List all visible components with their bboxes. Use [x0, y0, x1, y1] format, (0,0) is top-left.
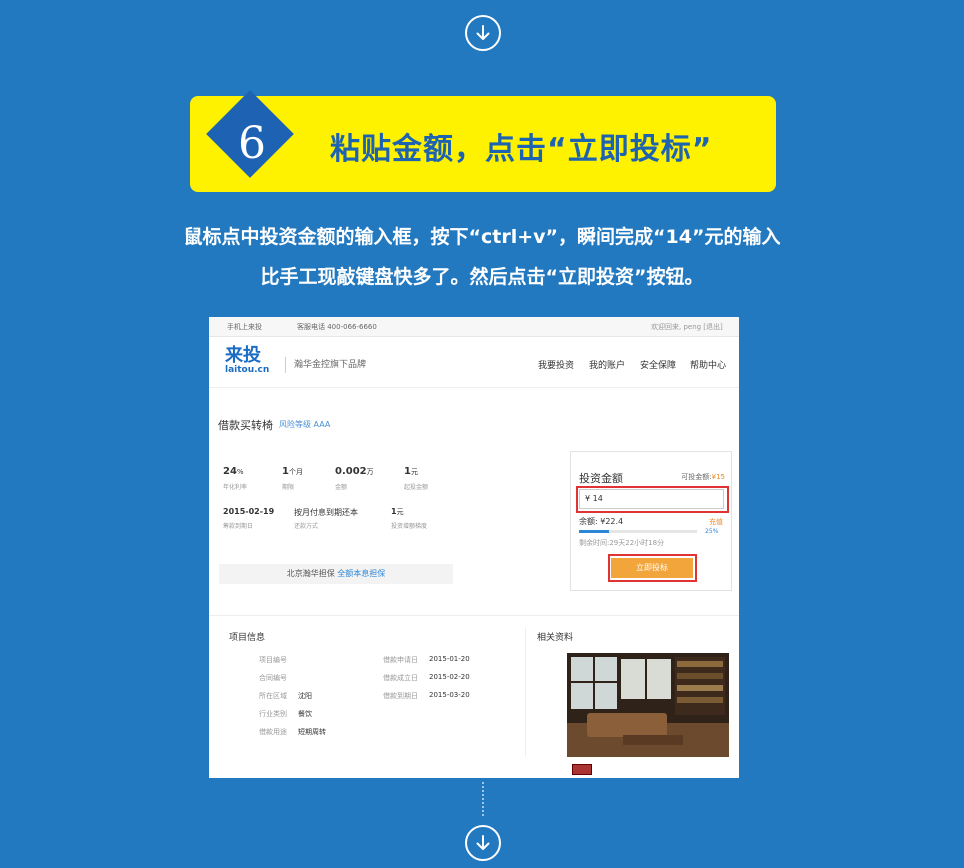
stat-rate-label: 年化利率: [223, 484, 248, 491]
nav-invest[interactable]: 我要投资: [538, 358, 574, 371]
risk-level[interactable]: 风险等级 AAA: [279, 419, 330, 430]
description-line-1: 鼠标点中投资金额的输入框，按下“ctrl+v”，瞬间完成“14”元的输入: [183, 226, 781, 248]
balance-text: 余额: ¥22.4: [579, 517, 624, 526]
info-value: 2015-03-20: [429, 691, 470, 699]
info-value: 2015-01-20: [429, 655, 470, 663]
related-thumbnail[interactable]: [572, 764, 592, 775]
info-label: 行业类别: [259, 710, 287, 718]
related-photo[interactable]: [567, 653, 729, 757]
scroll-down-icon[interactable]: [465, 15, 501, 51]
stat-repay-label: 还款方式: [294, 523, 319, 530]
hotline-text: 客服电话 400-066-6660: [297, 323, 377, 331]
info-value: 餐饮: [298, 710, 312, 718]
project-title: 借款买转椅: [218, 419, 273, 432]
highlight-input-box: [576, 486, 729, 513]
invest-panel: 投资金额 可投金额:¥15 ¥ 14 余额: ¥22.4 充值 25% 剩余时间…: [570, 451, 732, 591]
info-label: 借款成立日: [383, 674, 418, 682]
stat-step-label: 投资增额梯度: [391, 523, 428, 530]
stat-term: 1个月: [282, 466, 303, 477]
progress-percent: 25%: [705, 528, 719, 535]
highlight-button-box: [608, 554, 697, 582]
related-title: 相关资料: [537, 633, 574, 643]
invest-title: 投资金额: [579, 472, 623, 485]
site-header: 来投 laitou.cn 瀚华金控旗下品牌 我要投资 我的账户 安全保障 帮助中…: [209, 338, 739, 388]
section-divider: [209, 615, 739, 616]
stat-due: 2015-02-19: [223, 507, 275, 516]
welcome-text[interactable]: 欢迎回来, peng [退出]: [651, 322, 723, 332]
description-line-2: 比手工现敲键盘快多了。然后点击“立即投资”按钮。: [260, 266, 704, 288]
info-label: 所在区域: [259, 692, 287, 700]
guarantee-link[interactable]: 全额本息担保: [337, 569, 385, 578]
logo-en: laitou.cn: [225, 365, 270, 375]
available-amount: 可投金额:¥15: [681, 473, 725, 481]
stat-amount: 0.002万: [335, 466, 374, 477]
top-bar: 手机上来投 客服电话 400-066-6660 欢迎回来, peng [退出]: [209, 317, 739, 337]
funding-progress: [579, 530, 697, 533]
info-value: 短期周转: [298, 728, 326, 736]
stat-due-label: 筹款到期日: [223, 523, 254, 530]
laitou-screenshot: 手机上来投 客服电话 400-066-6660 欢迎回来, peng [退出] …: [209, 317, 739, 778]
scroll-down-icon[interactable]: [465, 825, 501, 861]
info-label: 借款用途: [259, 728, 287, 736]
info-label: 项目编号: [259, 656, 287, 664]
stat-min: 1元: [404, 466, 418, 477]
stat-min-label: 起投金额: [404, 484, 429, 491]
info-label: 借款申请日: [383, 656, 418, 664]
nav-account[interactable]: 我的账户: [589, 358, 625, 371]
slogan: 瀚华金控旗下品牌: [285, 357, 366, 373]
stat-step: 1元: [391, 507, 404, 516]
stat-term-label: 期限: [282, 484, 295, 491]
info-label: 合同编号: [259, 674, 287, 682]
guarantor-name: 北京瀚华担保: [286, 569, 335, 578]
dotted-connector: [482, 782, 484, 816]
stat-rate: 24%: [223, 466, 244, 477]
info-value: 沈阳: [298, 692, 312, 700]
step-title: 粘贴金额，点击“立即投标”: [330, 132, 713, 167]
guarantee-bar: 北京瀚华担保 全额本息担保: [219, 564, 453, 584]
recharge-link[interactable]: 充值: [709, 517, 723, 527]
nav-security[interactable]: 安全保障: [640, 358, 676, 371]
column-divider: [525, 627, 526, 757]
stat-amount-label: 金额: [335, 484, 348, 491]
nav-help[interactable]: 帮助中心: [690, 358, 726, 371]
info-label: 借款到期日: [383, 692, 418, 700]
remaining-time: 剩余时间:29天22小时18分: [579, 539, 665, 547]
project-info-title: 项目信息: [229, 633, 266, 643]
step-number: 6: [238, 118, 266, 169]
stat-repay: 按月付息到期还本: [294, 508, 358, 517]
mobile-link[interactable]: 手机上来投: [227, 322, 262, 332]
logo-cn: 来投: [225, 345, 261, 366]
site-logo[interactable]: 来投 laitou.cn: [225, 345, 270, 376]
info-value: 2015-02-20: [429, 673, 470, 681]
